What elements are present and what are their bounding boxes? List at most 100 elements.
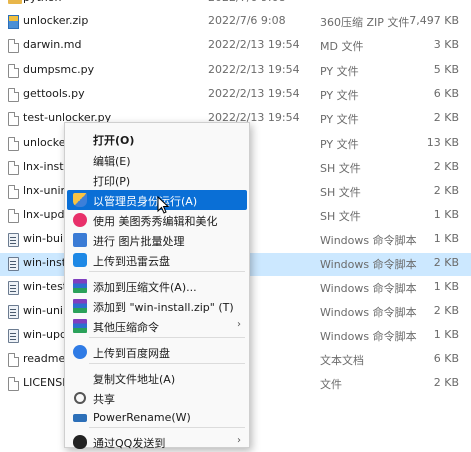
file-row[interactable]: dumpsmc.py 2022/2/13 19:54 PY 文件 5 KB bbox=[0, 60, 471, 83]
context-menu-item[interactable]: 复制文件地址(A) bbox=[67, 368, 247, 388]
document-icon bbox=[8, 88, 19, 102]
file-size: 2 KB bbox=[433, 184, 459, 197]
chevron-right-icon: › bbox=[237, 319, 241, 330]
file-type: Windows 命令脚本 bbox=[320, 234, 417, 247]
context-menu-item[interactable]: 进行 图片批量处理 bbox=[67, 230, 247, 250]
context-menu-label: 使用 美图秀秀编辑和美化 bbox=[93, 215, 218, 228]
share-icon bbox=[74, 392, 86, 404]
file-size: 1 KB bbox=[433, 328, 459, 341]
file-size: 7,497 KB bbox=[409, 14, 459, 27]
file-name: unlocker.zip bbox=[23, 14, 89, 27]
context-menu-item[interactable]: PowerRename(W) bbox=[67, 408, 247, 428]
file-size: 2 KB bbox=[433, 111, 459, 124]
menu-separator bbox=[89, 271, 245, 272]
context-menu: 打开(O) 编辑(E) 打印(P) 以管理员身份运行(A) 使用 美图秀秀编辑和美化 进行… bbox=[64, 122, 250, 450]
file-type: SH 文件 bbox=[320, 210, 361, 223]
file-type: PY 文件 bbox=[320, 113, 359, 126]
file-size: 13 KB bbox=[426, 136, 459, 149]
file-type: PY 文件 bbox=[320, 89, 359, 102]
file-row[interactable]: unlocker.zip 2022/7/6 9:08 360压缩 ZIP 文件 7,4… bbox=[0, 11, 471, 34]
file-size: 2 KB bbox=[433, 304, 459, 317]
zip-icon bbox=[8, 15, 19, 29]
context-menu-label: 以管理员身份运行(A) bbox=[93, 195, 198, 208]
file-row[interactable]: python 2022/7/6 9:08 bbox=[0, 0, 471, 11]
admin-shield-icon bbox=[73, 193, 87, 207]
file-type: Windows 命令脚本 bbox=[320, 282, 417, 295]
file-name: python bbox=[23, 0, 61, 4]
script-icon bbox=[8, 305, 19, 319]
context-menu-item[interactable]: 通过QQ发送到 › bbox=[67, 432, 247, 452]
context-menu-label: 复制文件地址(A) bbox=[93, 373, 176, 386]
file-name: dumpsmc.py bbox=[23, 63, 95, 76]
context-menu-label: 其他压缩命令 bbox=[93, 321, 159, 334]
power-rename-icon bbox=[73, 414, 87, 422]
archive-icon bbox=[73, 319, 87, 333]
file-size: 6 KB bbox=[433, 87, 459, 100]
context-menu-label: 通过QQ发送到 bbox=[93, 437, 166, 450]
context-menu-label: 进行 图片批量处理 bbox=[93, 235, 185, 248]
file-date: 2022/2/13 19:54 bbox=[208, 87, 300, 100]
context-menu-item[interactable]: 上传到迅雷云盘 bbox=[67, 250, 247, 270]
image-batch-icon bbox=[73, 233, 87, 247]
file-size: 1 KB bbox=[433, 208, 459, 221]
file-row[interactable]: gettools.py 2022/2/13 19:54 PY 文件 6 KB bbox=[0, 84, 471, 107]
file-type: Windows 命令脚本 bbox=[320, 258, 417, 271]
file-type: Windows 命令脚本 bbox=[320, 306, 417, 319]
context-menu-item[interactable]: 上传到百度网盘 bbox=[67, 342, 247, 362]
file-date: 2022/7/6 9:08 bbox=[208, 14, 286, 27]
context-menu-label: 上传到百度网盘 bbox=[93, 347, 170, 360]
file-date: 2022/2/13 19:54 bbox=[208, 38, 300, 51]
file-size: 1 KB bbox=[433, 280, 459, 293]
document-icon bbox=[8, 112, 19, 126]
context-menu-label: PowerRename(W) bbox=[93, 411, 191, 424]
document-icon bbox=[8, 209, 19, 223]
file-type: PY 文件 bbox=[320, 138, 359, 151]
file-type: 360压缩 ZIP 文件 bbox=[320, 16, 410, 29]
file-row[interactable]: darwin.md 2022/2/13 19:54 MD 文件 3 KB bbox=[0, 35, 471, 58]
script-icon bbox=[8, 329, 19, 343]
file-name: LICENSE bbox=[23, 376, 70, 389]
file-size: 2 KB bbox=[433, 160, 459, 173]
file-size: 3 KB bbox=[433, 38, 459, 51]
context-menu-item[interactable]: 添加到压缩文件(A)... bbox=[67, 276, 247, 296]
script-icon bbox=[8, 281, 19, 295]
file-type: SH 文件 bbox=[320, 186, 361, 199]
context-menu-item[interactable]: 编辑(E) bbox=[67, 150, 247, 170]
context-menu-item[interactable]: 打印(P) bbox=[67, 170, 247, 190]
file-size: 1 KB bbox=[433, 232, 459, 245]
script-icon bbox=[8, 257, 19, 271]
file-size: 2 KB bbox=[433, 256, 459, 269]
script-icon bbox=[8, 233, 19, 247]
file-date: 2022/2/13 19:54 bbox=[208, 63, 300, 76]
baidu-pan-icon bbox=[73, 345, 87, 359]
context-menu-label: 上传到迅雷云盘 bbox=[93, 255, 170, 268]
context-menu-label: 添加到压缩文件(A)... bbox=[93, 281, 197, 294]
file-size: 5 KB bbox=[433, 63, 459, 76]
chevron-right-icon: › bbox=[237, 435, 241, 446]
file-name: gettools.py bbox=[23, 87, 85, 100]
context-menu-item[interactable]: 打开(O) bbox=[67, 129, 247, 149]
file-type: PY 文件 bbox=[320, 65, 359, 78]
document-icon bbox=[8, 39, 19, 53]
mouse-cursor-icon bbox=[157, 196, 169, 214]
context-menu-label: 打印(P) bbox=[93, 175, 131, 188]
file-type: 文本文档 bbox=[320, 354, 364, 367]
meitu-icon bbox=[73, 213, 87, 227]
context-menu-label: 打开(O) bbox=[93, 134, 135, 147]
context-menu-label: 共享 bbox=[93, 393, 115, 406]
file-type: Windows 命令脚本 bbox=[320, 330, 417, 343]
file-date: 2022/7/6 9:08 bbox=[208, 0, 286, 4]
archive-icon bbox=[73, 279, 87, 293]
menu-separator bbox=[89, 363, 245, 364]
menu-separator bbox=[89, 337, 245, 338]
context-menu-item[interactable]: 共享 bbox=[67, 388, 247, 408]
document-icon bbox=[8, 64, 19, 78]
document-icon bbox=[8, 161, 19, 175]
file-name: darwin.md bbox=[23, 38, 82, 51]
menu-separator bbox=[89, 427, 245, 428]
document-icon bbox=[8, 377, 19, 391]
context-menu-label: 编辑(E) bbox=[93, 155, 131, 168]
context-menu-item[interactable]: 添加到 "win-install.zip" (T) bbox=[67, 296, 247, 316]
context-menu-item[interactable]: 其他压缩命令 › bbox=[67, 316, 247, 336]
folder-icon bbox=[8, 0, 22, 4]
